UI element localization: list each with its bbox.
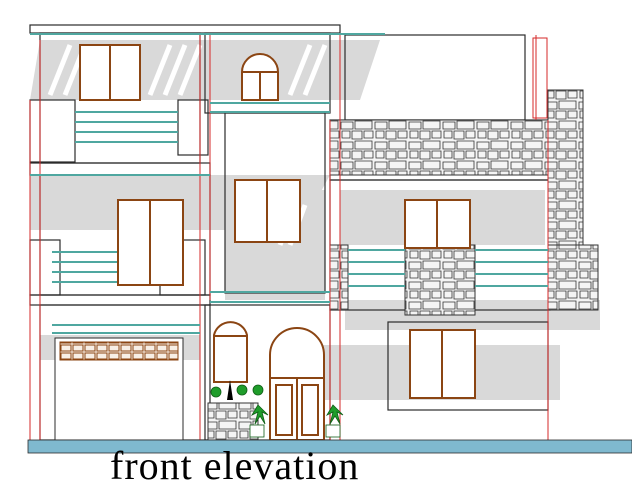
elevation-drawing (0, 0, 632, 470)
elevation-svg (27, 24, 632, 454)
drawing-caption: front elevation (110, 443, 360, 488)
garage-door-icon (54, 337, 184, 441)
door-icon (269, 327, 325, 441)
